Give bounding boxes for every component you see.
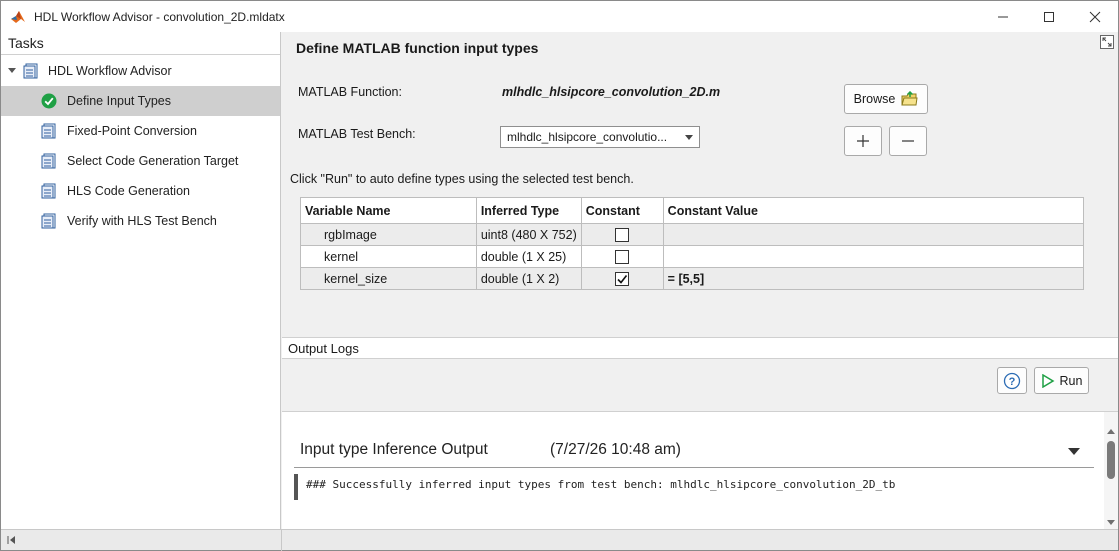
task-doc-icon (41, 153, 56, 169)
scroll-up-icon[interactable] (1107, 429, 1115, 434)
task-select-code-generation-target[interactable]: Select Code Generation Target (1, 146, 280, 176)
constant-checkbox-checked[interactable] (615, 271, 630, 286)
table-row[interactable]: rgbImage uint8 (480 X 752) (300, 223, 1085, 246)
play-icon (1041, 373, 1054, 388)
minus-icon (902, 140, 914, 142)
close-button[interactable] (1072, 1, 1118, 32)
table-row[interactable]: kernel double (1 X 25) (300, 245, 1085, 268)
testbench-select[interactable]: mlhdlc_hlsipcore_convolutio... (500, 126, 700, 148)
inferred-type-cell: double (1 X 2) (475, 267, 582, 290)
remove-testbench-button[interactable] (889, 126, 927, 156)
constant-checkbox[interactable] (615, 249, 630, 264)
task-hls-code-generation[interactable]: HLS Code Generation (1, 176, 280, 206)
tree-root-label: HDL Workflow Advisor (48, 64, 172, 78)
window-title: HDL Workflow Advisor - convolution_2D.ml… (34, 9, 285, 24)
collapse-log-icon[interactable] (1068, 448, 1080, 455)
task-label: Define Input Types (67, 94, 172, 108)
task-label: Select Code Generation Target (67, 154, 239, 168)
divider (294, 467, 1094, 468)
expand-caret-icon[interactable] (7, 65, 17, 75)
title-bar: HDL Workflow Advisor - convolution_2D.ml… (1, 1, 1118, 32)
chevron-down-icon (685, 135, 693, 140)
minimize-button[interactable] (980, 1, 1026, 32)
browse-button[interactable]: Browse (844, 84, 928, 114)
plus-icon (857, 135, 869, 147)
run-label: Run (1059, 373, 1083, 388)
app-window: HDL Workflow Advisor - convolution_2D.ml… (0, 0, 1119, 551)
constant-cell (580, 267, 664, 290)
window-controls (980, 1, 1118, 32)
task-doc-icon (41, 123, 56, 139)
table-row[interactable]: kernel_size double (1 X 2) = [5,5] (300, 267, 1085, 290)
column-header[interactable]: Inferred Type (475, 197, 582, 224)
maximize-icon (1044, 11, 1054, 22)
help-button[interactable]: ? (997, 367, 1027, 394)
expand-panel-icon[interactable] (1100, 35, 1114, 49)
task-verify-with-hls-test-bench[interactable]: Verify with HLS Test Bench (1, 206, 280, 236)
tasks-header: Tasks (1, 32, 280, 55)
task-doc-icon (41, 213, 56, 229)
task-doc-icon (41, 183, 56, 199)
run-hint-text: Click "Run" to auto define types using t… (290, 172, 634, 186)
status-bar (1, 529, 1118, 551)
help-icon: ? (1003, 372, 1021, 389)
constant-value-cell[interactable] (662, 245, 1085, 268)
task-define-input-types[interactable]: Define Input Types (1, 86, 280, 116)
tasks-panel: Tasks HDL Workflow Advisor Define Input … (1, 32, 281, 529)
column-header[interactable]: Constant (580, 197, 664, 224)
constant-cell (580, 223, 664, 246)
task-fixed-point-conversion[interactable]: Fixed-Point Conversion (1, 116, 280, 146)
function-label: MATLAB Function: (298, 85, 402, 99)
browse-label: Browse (853, 92, 896, 106)
open-folder-icon (901, 91, 918, 106)
matlab-logo-icon (11, 10, 25, 23)
log-scrollbar[interactable] (1104, 412, 1118, 530)
column-header[interactable]: Variable Name (300, 197, 477, 224)
run-button[interactable]: Run (1034, 367, 1089, 394)
checkmark-icon (617, 274, 628, 284)
column-header[interactable]: Constant Value (662, 197, 1085, 224)
constant-value-cell[interactable]: = [5,5] (662, 267, 1085, 290)
svg-text:?: ? (1009, 376, 1016, 388)
log-entry-title: Input type Inference Output (300, 441, 488, 458)
function-value: mlhdlc_hlsipcore_convolution_2D.m (502, 85, 721, 99)
collapse-panel-icon[interactable] (7, 535, 17, 545)
inferred-type-cell: double (1 X 25) (475, 245, 582, 268)
close-icon (1089, 11, 1101, 22)
workflow-doc-icon (23, 63, 38, 79)
task-label: Verify with HLS Test Bench (67, 214, 217, 228)
constant-checkbox[interactable] (615, 227, 630, 242)
check-circle-icon (41, 93, 57, 109)
inferred-type-cell: uint8 (480 X 752) (475, 223, 582, 246)
constant-cell (580, 245, 664, 268)
testbench-label: MATLAB Test Bench: (298, 127, 416, 141)
variable-name-cell: rgbImage (300, 223, 477, 246)
task-label: Fixed-Point Conversion (67, 124, 197, 138)
log-message: ### Successfully inferred input types fr… (294, 474, 895, 500)
output-log-area: Input type Inference Output (7/27/26 10:… (282, 411, 1118, 530)
input-types-table: Variable Name Inferred Type Constant Con… (300, 197, 1085, 290)
page-title: Define MATLAB function input types (296, 40, 539, 56)
output-logs-header: Output Logs (282, 337, 1118, 359)
table-header-row: Variable Name Inferred Type Constant Con… (300, 197, 1085, 224)
log-entry-timestamp: (7/27/26 10:48 am) (550, 441, 681, 458)
tree-root-hdl-workflow-advisor[interactable]: HDL Workflow Advisor (1, 56, 280, 86)
variable-name-cell: kernel_size (300, 267, 477, 290)
scroll-down-icon[interactable] (1107, 520, 1115, 525)
main-panel: Define MATLAB function input types MATLA… (282, 32, 1118, 530)
task-label: HLS Code Generation (67, 184, 190, 198)
maximize-button[interactable] (1026, 1, 1072, 32)
add-testbench-button[interactable] (844, 126, 882, 156)
minimize-icon (998, 16, 1008, 17)
status-divider (281, 530, 282, 551)
constant-value-cell[interactable] (662, 223, 1085, 246)
scroll-thumb[interactable] (1107, 441, 1115, 479)
testbench-value: mlhdlc_hlsipcore_convolutio... (507, 130, 668, 144)
variable-name-cell: kernel (300, 245, 477, 268)
